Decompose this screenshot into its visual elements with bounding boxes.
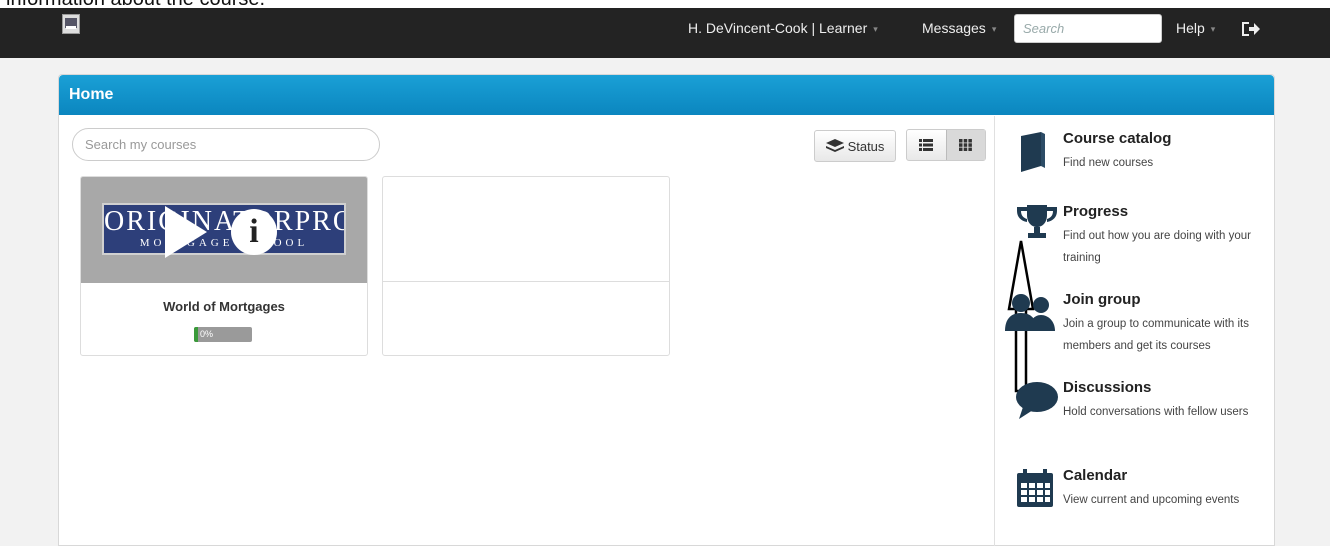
messages-menu[interactable]: Messages ▾ — [922, 8, 996, 48]
grid-view-button[interactable] — [945, 130, 985, 160]
play-icon[interactable] — [165, 206, 207, 258]
list-view-icon — [919, 139, 934, 151]
help-menu[interactable]: Help ▾ — [1176, 8, 1215, 48]
card-divider — [383, 281, 669, 282]
book-icon — [1021, 132, 1045, 172]
sidebar-item-course-catalog[interactable]: Course catalog Find new courses — [1015, 130, 1275, 190]
global-search-input[interactable] — [1014, 14, 1162, 43]
logout-icon[interactable] — [1240, 19, 1260, 39]
sidebar-links: Course catalog Find new courses Progress… — [994, 116, 1275, 546]
course-thumbnail[interactable]: ORIGINATORPRO MORTGAGE SCHOOL i — [81, 177, 367, 283]
view-toggle-group — [906, 129, 986, 161]
course-brand-logo: ORIGINATORPRO MORTGAGE SCHOOL — [102, 203, 346, 255]
sidebar-item-discussions[interactable]: Discussions Hold conversations with fell… — [1015, 379, 1275, 449]
course-card-blank[interactable] — [382, 176, 670, 356]
progress-label: 0% — [200, 329, 214, 339]
calendar-icon — [1017, 469, 1053, 507]
home-panel: Home Status ORIGINATORPRO MORTGAGE SCHOO… — [58, 74, 1275, 546]
course-progress-bar: 0% — [194, 327, 252, 342]
sidebar-item-calendar[interactable]: Calendar View current and upcoming event… — [1015, 467, 1275, 527]
info-icon[interactable]: i — [231, 209, 277, 255]
course-card[interactable]: ORIGINATORPRO MORTGAGE SCHOOL i World of… — [80, 176, 368, 356]
caption-text: information about the course. — [0, 0, 1330, 8]
chevron-down-icon: ▾ — [1210, 24, 1216, 35]
chevron-down-icon: ▾ — [991, 24, 997, 35]
trophy-icon — [1017, 205, 1057, 238]
site-logo-icon[interactable] — [62, 14, 80, 34]
top-navbar: H. DeVincent-Cook | Learner▾ Messages▾ H… — [0, 8, 1330, 58]
users-icon — [1005, 294, 1055, 331]
course-title: World of Mortgages — [163, 299, 285, 314]
sidebar-item-join-group[interactable]: Join group Join a group to communicate w… — [1005, 291, 1275, 361]
status-label: Status — [847, 138, 885, 154]
chevron-down-icon: ▾ — [873, 24, 878, 35]
sidebar-item-progress[interactable]: Progress Find out how you are doing with… — [1015, 203, 1275, 273]
grid-view-icon — [959, 139, 973, 151]
speech-bubble-icon — [1016, 382, 1058, 419]
list-view-button[interactable] — [907, 130, 946, 160]
layers-icon — [825, 139, 844, 152]
course-search-input[interactable] — [72, 128, 380, 161]
user-menu[interactable]: H. DeVincent-Cook | Learner ▾ — [688, 8, 878, 48]
status-button[interactable]: Status — [814, 130, 896, 162]
panel-title: Home — [59, 75, 1274, 115]
